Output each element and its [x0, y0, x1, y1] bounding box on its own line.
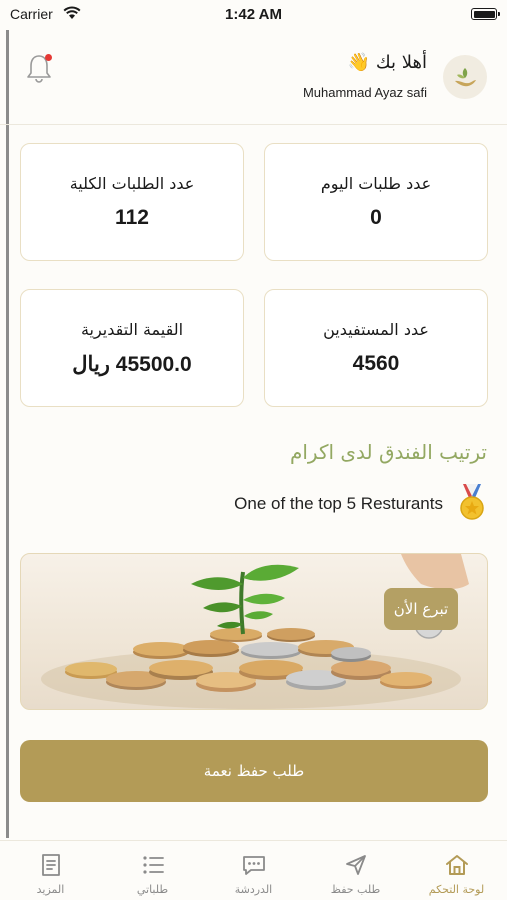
donation-banner[interactable] [20, 553, 488, 710]
ranking-text: One of the top 5 Resturants [234, 494, 443, 513]
beneficiaries-label: عدد المستفيدين [323, 320, 429, 339]
tab-more-label: المزيد [36, 883, 65, 896]
notification-bell-icon[interactable] [25, 52, 55, 86]
tab-more[interactable]: المزيد [0, 841, 101, 900]
estimated-value-amount: 45500.0 ريال [72, 353, 192, 376]
header: أهلا بك 👋 Muhammad Ayaz safi [0, 30, 507, 125]
card-today-orders: عدد طلبات اليوم 0 [264, 143, 488, 261]
clock: 1:42 AM [225, 6, 282, 23]
status-bar: Carrier 1:42 AM [0, 0, 507, 30]
scroll-indicator [6, 30, 9, 838]
donate-now-button[interactable]: تبرع الأن [384, 588, 458, 630]
tab-my-requests[interactable]: طلباتي [102, 841, 203, 900]
tab-bar: لوحة التحكم طلب حفظ الدردشة طلباتي المزي… [0, 840, 507, 900]
tab-chat[interactable]: الدردشة [203, 841, 304, 900]
tab-save-request[interactable]: طلب حفظ [305, 841, 406, 900]
total-orders-value: 112 [115, 206, 149, 229]
total-orders-label: عدد الطلبات الكلية [69, 174, 195, 193]
ranking-row: One of the top 5 Resturants [234, 484, 487, 524]
medal-icon [457, 482, 487, 526]
card-estimated-value: القيمة التقديرية 45500.0 ريال [20, 289, 244, 407]
beneficiaries-value: 4560 [352, 352, 400, 375]
list-icon [140, 852, 166, 878]
tab-dashboard-label: لوحة التحكم [428, 883, 485, 896]
tab-chat-label: الدردشة [234, 883, 273, 896]
notification-dot [45, 54, 52, 61]
tab-my-requests-label: طلباتي [136, 883, 169, 896]
estimated-value-label: القيمة التقديرية [80, 320, 184, 339]
today-orders-label: عدد طلبات اليوم [320, 174, 432, 193]
more-icon [38, 852, 64, 878]
tab-dashboard[interactable]: لوحة التحكم [406, 841, 507, 900]
user-name: Muhammad Ayaz safi [302, 85, 427, 100]
home-icon [444, 852, 470, 878]
plant-illustration [191, 564, 299, 635]
tab-save-request-label: طلب حفظ [330, 883, 381, 896]
card-beneficiaries: عدد المستفيدين 4560 [264, 289, 488, 407]
app-logo-icon [443, 55, 487, 99]
send-icon [343, 852, 369, 878]
battery-icon [471, 8, 500, 20]
save-blessing-request-button[interactable]: طلب حفظ نعمة [20, 740, 488, 802]
today-orders-value: 0 [370, 206, 382, 229]
card-total-orders: عدد الطلبات الكلية 112 [20, 143, 244, 261]
greeting-text: أهلا بك 👋 [347, 52, 427, 73]
ranking-title: ترتيب الفندق لدى اكرام [289, 440, 487, 464]
chat-icon [241, 852, 267, 878]
